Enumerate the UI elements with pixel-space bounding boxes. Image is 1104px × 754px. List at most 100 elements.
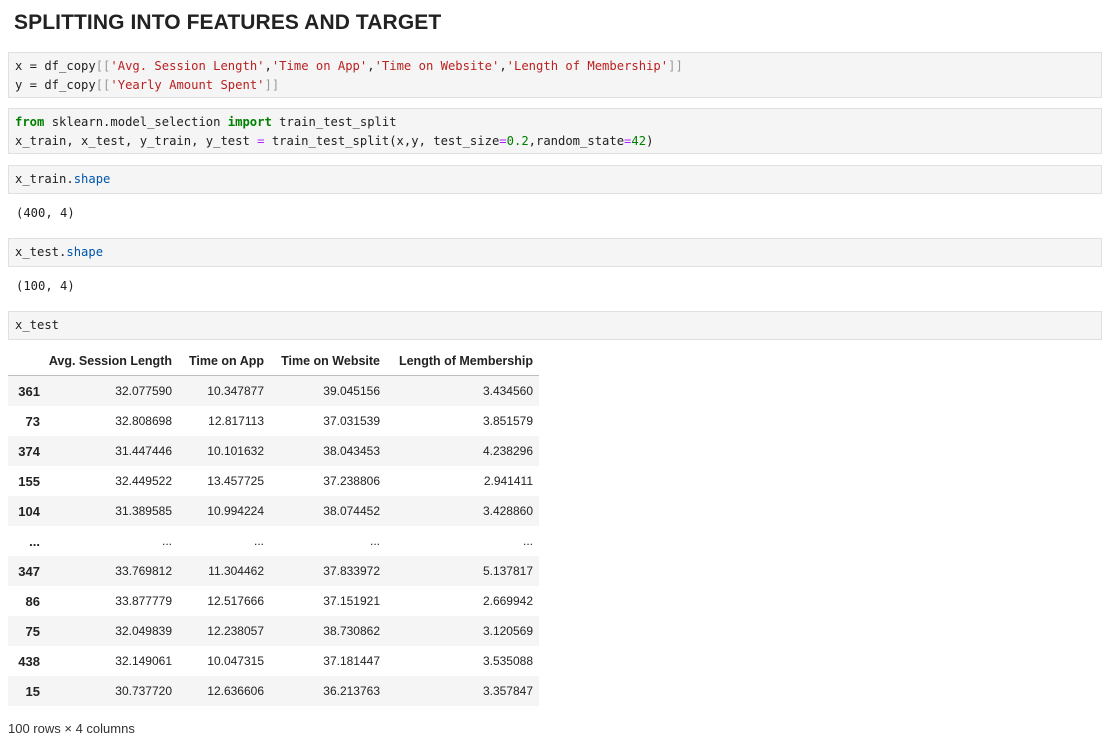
- code-attribute: shape: [66, 245, 104, 259]
- row-index: 73: [25, 413, 40, 429]
- table-row: 15 30.737720 12.636606 36.213763 3.357847: [8, 676, 539, 706]
- dataframe-table: Avg. Session Length Time on App Time on …: [8, 346, 539, 706]
- section-heading: SPLITTING INTO FEATURES AND TARGET: [14, 11, 442, 34]
- code-string: 'Avg. Session Length': [110, 59, 265, 73]
- table-cell: 3.428860: [482, 504, 533, 518]
- code-line: x_test: [15, 316, 1101, 335]
- table-cell: 32.149061: [115, 654, 172, 668]
- table-cell: 37.151921: [323, 594, 380, 608]
- row-index: 86: [25, 593, 40, 609]
- code-token: x_test: [15, 318, 60, 332]
- table-cell: 3.357847: [482, 684, 533, 698]
- row-index: 374: [18, 443, 40, 459]
- code-token: x_train.: [15, 172, 74, 186]
- table-cell: 37.833972: [323, 564, 380, 578]
- code-cell-train-shape[interactable]: x_train.shape: [8, 165, 1102, 194]
- code-cell-feature-target[interactable]: x = df_copy[['Avg. Session Length','Time…: [8, 52, 1102, 98]
- table-row: 73 32.808698 12.817113 37.031539 3.851579: [8, 406, 539, 436]
- table-row: 438 32.149061 10.047315 37.181447 3.535088: [8, 646, 539, 676]
- code-token: ): [646, 134, 654, 148]
- code-token: ,random_state: [528, 134, 625, 148]
- code-token: ,: [499, 59, 507, 73]
- row-index: 361: [18, 383, 40, 399]
- column-header: Length of Membership: [386, 346, 539, 376]
- table-cell: 38.074452: [323, 504, 380, 518]
- index-header: [8, 346, 48, 376]
- table-cell: 31.389585: [115, 504, 172, 518]
- code-line: y = df_copy[['Yearly Amount Spent']]: [15, 76, 1101, 95]
- table-row: 104 31.389585 10.994224 38.074452 3.428860: [8, 496, 539, 526]
- code-line: from sklearn.model_selection import trai…: [15, 113, 1101, 132]
- table-cell: 12.238057: [207, 624, 264, 638]
- code-string: 'Time on Website': [374, 59, 500, 73]
- table-cell: 30.737720: [115, 684, 172, 698]
- table-cell: 3.120569: [482, 624, 533, 638]
- table-cell: 12.517666: [207, 594, 264, 608]
- table-header-row: Avg. Session Length Time on App Time on …: [8, 346, 539, 376]
- table-cell: 32.077590: [115, 384, 172, 398]
- table-cell: 3.535088: [482, 654, 533, 668]
- code-token: ,: [367, 59, 375, 73]
- code-cell-x-test[interactable]: x_test: [8, 311, 1102, 340]
- code-token: x_train, x_test, y_train, y_test: [15, 134, 258, 148]
- table-row: ...............: [8, 526, 539, 556]
- code-token: ]]: [668, 59, 683, 73]
- code-line: x_train, x_test, y_train, y_test = train…: [15, 132, 1101, 151]
- table-cell: 33.769812: [115, 564, 172, 578]
- table-cell: 2.941411: [483, 474, 533, 488]
- table-cell: ...: [522, 534, 533, 548]
- code-line: x_train.shape: [15, 170, 1101, 189]
- table-cell: ...: [369, 534, 380, 548]
- column-header: Avg. Session Length: [48, 346, 178, 376]
- table-cell: 10.047315: [207, 654, 264, 668]
- table-cell: 37.238806: [323, 474, 380, 488]
- table-row: 86 33.877779 12.517666 37.151921 2.669942: [8, 586, 539, 616]
- code-token: x = df_copy: [15, 59, 96, 73]
- code-string: 'Yearly Amount Spent': [110, 78, 265, 92]
- code-token: sklearn.model_selection: [44, 115, 228, 129]
- code-token: [[: [95, 59, 111, 73]
- code-token: x_test.: [15, 245, 67, 259]
- table-row: 155 32.449522 13.457725 37.238806 2.941411: [8, 466, 539, 496]
- table-cell: 32.049839: [115, 624, 172, 638]
- table-cell: 39.045156: [323, 384, 380, 398]
- row-index: 155: [18, 473, 40, 489]
- table-cell: 38.043453: [323, 444, 380, 458]
- code-keyword: import: [227, 115, 272, 129]
- row-index: 347: [18, 563, 40, 579]
- table-dimensions: 100 rows × 4 columns: [8, 721, 135, 736]
- code-keyword: from: [15, 115, 45, 129]
- table-cell: 4.238296: [482, 444, 533, 458]
- code-line: x = df_copy[['Avg. Session Length','Time…: [15, 57, 1101, 76]
- table-cell: ...: [253, 534, 264, 548]
- code-cell-train-test-split[interactable]: from sklearn.model_selection import trai…: [8, 108, 1102, 154]
- code-token: ]]: [264, 78, 280, 92]
- table-cell: 36.213763: [323, 684, 380, 698]
- table-row: 75 32.049839 12.238057 38.730862 3.120569: [8, 616, 539, 646]
- row-index: ...: [29, 533, 40, 549]
- table-cell: 3.851579: [482, 414, 533, 428]
- table-cell: 31.447446: [115, 444, 172, 458]
- column-header: Time on App: [178, 346, 270, 376]
- table-cell: 32.449522: [115, 474, 172, 488]
- code-token: y = df_copy: [15, 78, 96, 92]
- code-string: 'Length of Membership': [506, 59, 669, 73]
- table-row: 361 32.077590 10.347877 39.045156 3.434560: [8, 375, 539, 406]
- table-cell: 33.877779: [115, 594, 172, 608]
- code-cell-test-shape[interactable]: x_test.shape: [8, 238, 1102, 267]
- row-index: 104: [18, 503, 40, 519]
- code-operator: =: [499, 134, 507, 148]
- table-cell: 10.347877: [207, 384, 264, 398]
- code-token: ,: [264, 59, 272, 73]
- code-string: 'Time on App': [271, 59, 368, 73]
- code-token: train_test_split: [271, 115, 397, 129]
- row-index: 15: [25, 683, 40, 699]
- output-train-shape: (400, 4): [16, 206, 75, 220]
- table-row: 347 33.769812 11.304462 37.833972 5.137817: [8, 556, 539, 586]
- table-cell: 12.817113: [208, 414, 264, 428]
- column-header: Time on Website: [270, 346, 386, 376]
- table-cell: 13.457725: [207, 474, 264, 488]
- table-cell: 11.304462: [208, 564, 264, 578]
- table-cell: 12.636606: [207, 684, 264, 698]
- code-number: 42: [631, 134, 647, 148]
